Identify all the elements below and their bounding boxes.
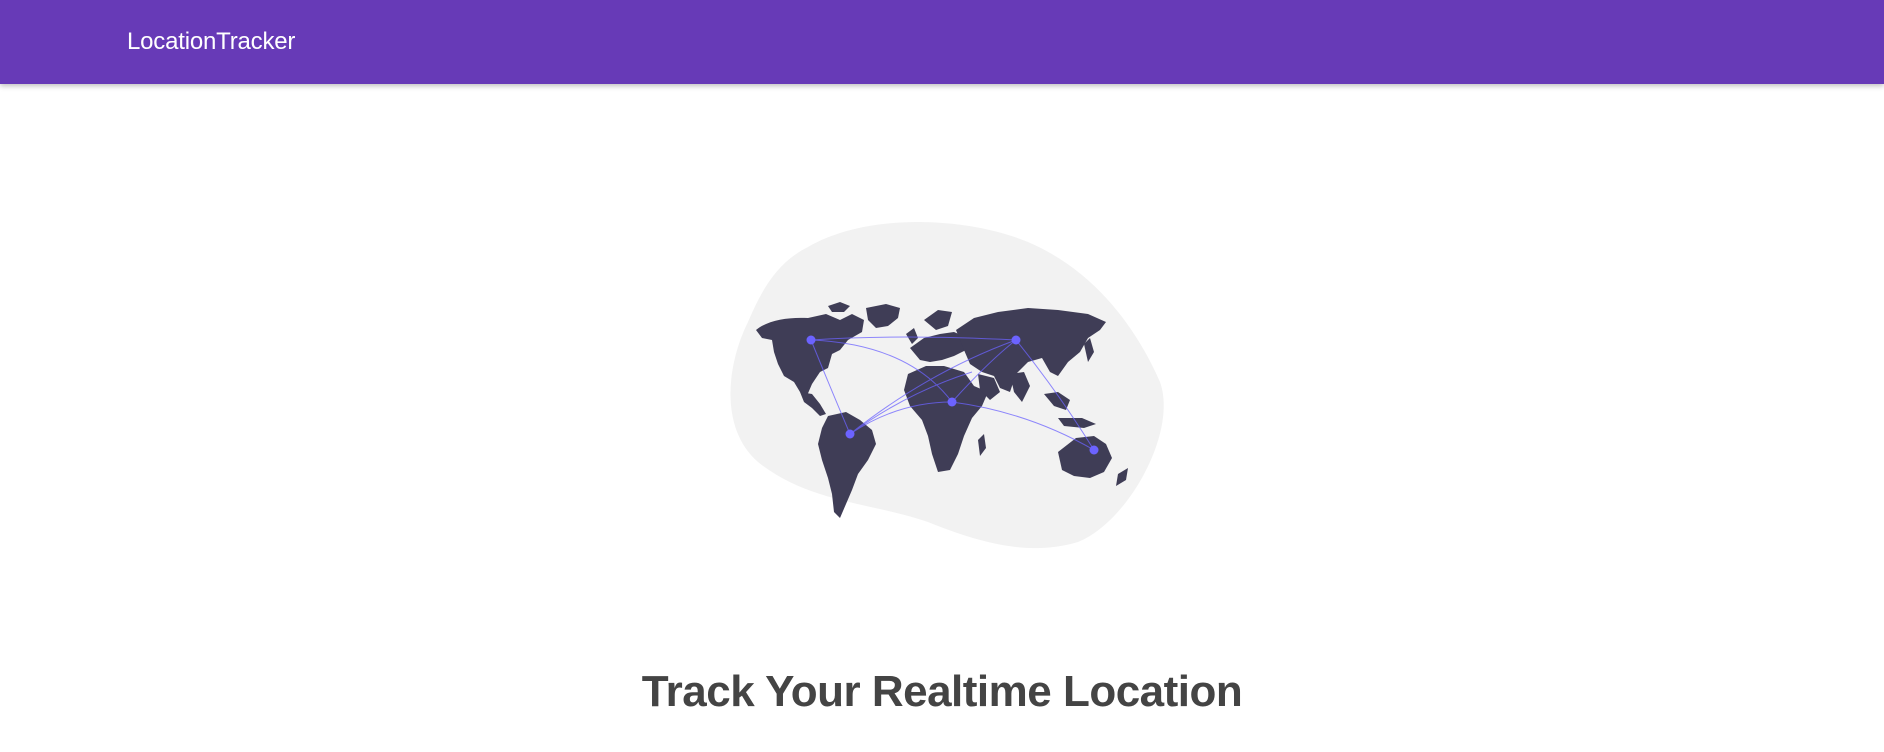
top-app-bar: LocationTracker: [0, 0, 1884, 84]
node-north-america: [806, 335, 816, 345]
hero-headline: Track Your Realtime Location: [641, 667, 1243, 716]
world-map-illustration: [730, 222, 1164, 549]
node-africa: [947, 397, 957, 407]
node-asia: [1011, 335, 1021, 345]
node-australia: [1089, 445, 1099, 455]
brand-link[interactable]: LocationTracker: [127, 27, 295, 57]
node-south-america: [845, 429, 855, 439]
